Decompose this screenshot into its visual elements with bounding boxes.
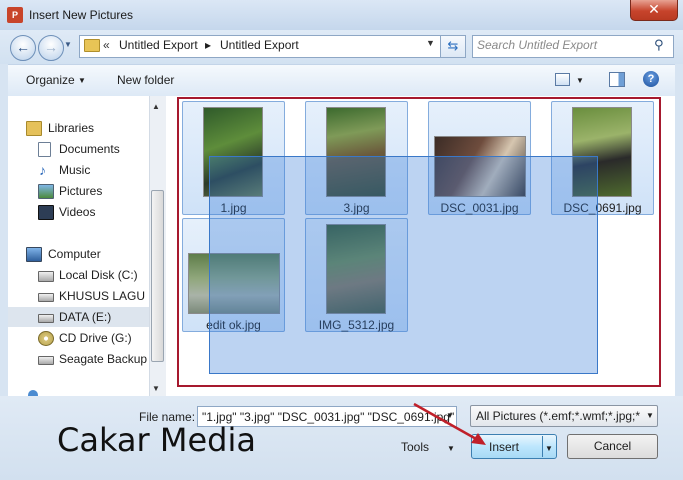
nav-item-label: Pictures [59, 184, 103, 198]
chevron-down-icon[interactable]: ▼ [447, 444, 455, 453]
forward-arrow-icon: → [44, 39, 58, 55]
nav-item-label: KHUSUS LAGU (D [59, 289, 149, 303]
powerpoint-icon: P [7, 7, 23, 23]
breadcrumb-item[interactable]: Untitled Export [220, 38, 299, 52]
nav-item-label: Seagate Backup P [59, 352, 149, 366]
nav-item-data-e[interactable]: DATA (E:) [8, 307, 149, 327]
chevron-down-icon[interactable]: ▼ [446, 411, 454, 420]
nav-item-label: Libraries [48, 121, 95, 135]
address-dropdown-icon[interactable]: ▼ [426, 38, 435, 48]
refresh-icon: ⇆ [447, 38, 459, 53]
documents-icon [38, 142, 51, 157]
scroll-thumb[interactable] [151, 190, 164, 362]
forward-button[interactable]: → [38, 35, 64, 61]
search-icon[interactable]: ⚲ [654, 37, 664, 53]
insert-options-dropdown-icon[interactable]: ▼ [545, 444, 553, 453]
back-button[interactable]: ← [10, 35, 36, 61]
nav-item-label: CD Drive (G:) [59, 331, 132, 345]
cancel-button[interactable]: Cancel [567, 434, 658, 459]
cd-drive-icon [38, 331, 54, 346]
folder-icon [84, 39, 100, 52]
chevron-down-icon[interactable]: ▼ [646, 411, 654, 420]
videos-icon [38, 205, 54, 220]
music-icon: ♪ [39, 162, 46, 178]
nav-item-label: DATA (E:) [59, 310, 112, 324]
recent-pages-dropdown-icon[interactable]: ▼ [64, 40, 72, 49]
navigation-pane: Libraries Documents ♪ Music Pictures Vid… [8, 96, 149, 396]
breadcrumb-separator[interactable]: ▸ [205, 38, 211, 52]
nav-item-label: Videos [59, 205, 96, 219]
nav-item-label: Computer [48, 247, 101, 261]
computer-icon [26, 247, 42, 262]
close-button[interactable]: ✕ [630, 0, 678, 21]
window-title: Insert New Pictures [29, 8, 134, 22]
tools-button[interactable]: Tools [401, 440, 429, 454]
pictures-icon [38, 184, 54, 199]
breadcrumb-overflow[interactable]: « [103, 38, 110, 52]
highlight-frame [177, 97, 661, 387]
nav-item-label: Local Disk (C:) [59, 268, 138, 282]
change-view-icon[interactable] [555, 73, 570, 86]
toolbar [8, 64, 675, 97]
drive-icon [38, 356, 54, 365]
scroll-up-icon[interactable]: ▲ [152, 102, 160, 111]
help-icon[interactable]: ? [643, 71, 659, 87]
chevron-down-icon[interactable]: ▼ [78, 76, 86, 85]
new-folder-button[interactable]: New folder [117, 73, 174, 87]
drive-icon [38, 314, 54, 323]
insert-button-label: Insert [489, 440, 520, 454]
drive-icon [38, 271, 54, 282]
split-button-divider [542, 436, 543, 457]
chevron-down-icon[interactable]: ▼ [576, 76, 584, 85]
file-type-select[interactable]: All Pictures (*.emf;*.wmf;*.jpg;* [470, 405, 658, 427]
drive-icon [38, 293, 54, 302]
watermark-text: Cakar Media [57, 421, 256, 459]
preview-pane-icon[interactable] [609, 72, 625, 87]
breadcrumb-item[interactable]: Untitled Export [119, 38, 198, 52]
scroll-down-icon[interactable]: ▼ [152, 384, 160, 393]
nav-item-label: Music [59, 163, 91, 177]
search-placeholder: Search Untitled Export [477, 38, 598, 52]
refresh-button[interactable]: ⇆ [440, 35, 466, 58]
nav-item-label: Documents [59, 142, 120, 156]
libraries-icon [26, 121, 42, 136]
back-arrow-icon: ← [16, 39, 30, 55]
organize-button[interactable]: Organize [26, 73, 75, 87]
